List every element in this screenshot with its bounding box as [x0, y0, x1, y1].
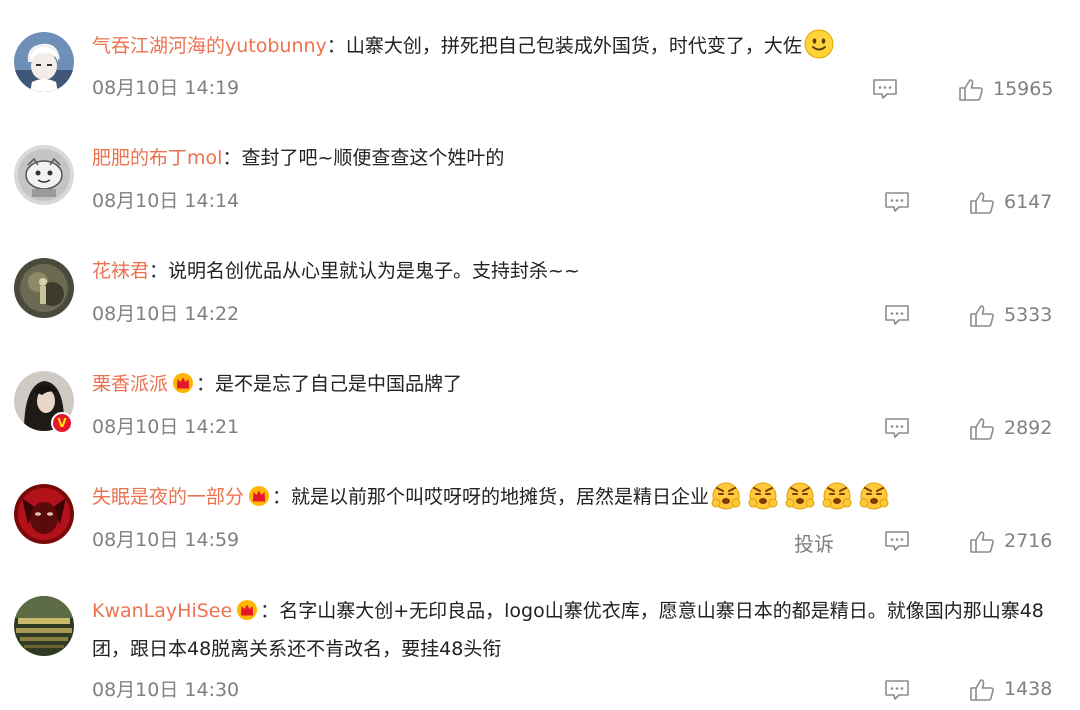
username-link[interactable]: 气吞江湖河海的yutobunny	[92, 35, 327, 57]
comment-icon[interactable]	[872, 78, 898, 100]
thumbs-up-icon[interactable]	[969, 678, 995, 702]
smile-emoji	[804, 29, 834, 59]
v-verified-icon: V	[51, 412, 73, 434]
angry-emoji	[785, 482, 815, 510]
comment-text: 山寨大创，拼死把自己包装成外国货，时代变了，大佐	[345, 35, 802, 57]
crown-fan-badge-icon	[173, 373, 194, 393]
comment-icon[interactable]	[884, 304, 910, 326]
separator: ：	[326, 35, 346, 57]
comment-text: 说明名创优品从心里就认为是鬼子。支持封杀~~	[168, 260, 580, 282]
comment-icon[interactable]	[884, 191, 910, 213]
comment-item: 气吞江湖河海的yutobunny：山寨大创，拼死把自己包装成外国货，时代变了，大…	[0, 28, 1080, 108]
username-link[interactable]: 花袜君	[92, 260, 149, 282]
grey-cartoon-avatar	[14, 145, 74, 205]
username-link[interactable]: 失眠是夜的一部分	[92, 486, 244, 508]
comment-time: 08月10日 14:19	[92, 77, 240, 99]
username-link[interactable]: KwanLayHiSee	[92, 600, 232, 622]
thumbs-up-icon[interactable]	[969, 530, 995, 554]
comment-content: 肥肥的布丁mol：查封了吧~顺便查查这个姓叶的	[92, 141, 1060, 175]
angry-emoji	[711, 482, 741, 510]
like-count: 15965	[993, 78, 1054, 100]
crown-fan-badge-icon	[249, 486, 270, 506]
like-count: 5333	[1004, 304, 1053, 326]
comment-content: KwanLayHiSee ：名字山寨大创+无印良品，logo山寨优衣库，愿意山寨日…	[92, 592, 1056, 668]
avatar[interactable]	[14, 484, 74, 544]
comment-text: 名字山寨大创+无印良品，logo山寨优衣库，愿意山寨日本的都是精日。就像国内那山…	[92, 600, 1044, 660]
comment-time: 08月10日 14:14	[92, 190, 240, 212]
comment-icon[interactable]	[884, 417, 910, 439]
comment-content: 花袜君：说明名创优品从心里就认为是鬼子。支持封杀~~	[92, 254, 1060, 288]
comment-text: 就是以前那个叫哎呀呀的地摊货，居然是精日企业	[291, 486, 710, 508]
comment-content: 气吞江湖河海的yutobunny：山寨大创，拼死把自己包装成外国货，时代变了，大…	[92, 29, 1060, 63]
comment-content: 栗香派派 ：是不是忘了自己是中国品牌了	[92, 367, 1060, 401]
red-face-avatar	[14, 484, 74, 544]
report-link[interactable]: 投诉	[794, 528, 834, 557]
like-count: 1438	[1004, 678, 1053, 700]
separator: ：	[196, 373, 216, 395]
avatar[interactable]	[14, 145, 74, 205]
comment-item: 肥肥的布丁mol：查封了吧~顺便查查这个姓叶的 08月10日 14:14 614…	[0, 141, 1080, 221]
username-link[interactable]: 肥肥的布丁mol	[92, 147, 222, 169]
comment-item: KwanLayHiSee ：名字山寨大创+无印良品，logo山寨优衣库，愿意山寨日…	[0, 592, 1080, 710]
separator: ：	[260, 600, 280, 622]
comment-time: 08月10日 14:30	[92, 679, 240, 701]
comment-item: V 栗香派派 ：是不是忘了自己是中国品牌了 08月10日 14:21 2892	[0, 367, 1080, 447]
comment-text: 是不是忘了自己是中国品牌了	[215, 373, 463, 395]
comment-item: 花袜君：说明名创优品从心里就认为是鬼子。支持封杀~~ 08月10日 14:22 …	[0, 254, 1080, 334]
comment-time: 08月10日 14:59	[92, 529, 240, 551]
thumbs-up-icon[interactable]	[969, 304, 995, 328]
separator: ：	[222, 147, 242, 169]
comment-icon[interactable]	[884, 530, 910, 552]
crown-fan-badge-icon	[237, 600, 258, 620]
comment-text: 查封了吧~顺便查查这个姓叶的	[241, 147, 505, 169]
like-count: 2892	[1004, 417, 1053, 439]
separator: ：	[149, 260, 169, 282]
thumbs-up-icon[interactable]	[969, 191, 995, 215]
city-photo-avatar	[14, 596, 74, 656]
dark-photo-avatar	[14, 258, 74, 318]
avatar[interactable]	[14, 258, 74, 318]
separator: ：	[272, 486, 292, 508]
white-haired-anime-avatar	[14, 32, 74, 92]
comment-time: 08月10日 14:22	[92, 303, 240, 325]
comment-time: 08月10日 14:21	[92, 416, 240, 438]
avatar[interactable]	[14, 596, 74, 656]
angry-emoji	[822, 482, 852, 510]
username-link[interactable]: 栗香派派	[92, 373, 168, 395]
comment-content: 失眠是夜的一部分 ：就是以前那个叫哎呀呀的地摊货，居然是精日企业	[92, 480, 1060, 514]
thumbs-up-icon[interactable]	[958, 78, 984, 102]
angry-emoji	[859, 482, 889, 510]
thumbs-up-icon[interactable]	[969, 417, 995, 441]
comment-item: 失眠是夜的一部分 ：就是以前那个叫哎呀呀的地摊货，居然是精日企业 08月10日 1…	[0, 480, 1080, 560]
avatar[interactable]	[14, 32, 74, 92]
like-count: 2716	[1004, 530, 1053, 552]
comment-icon[interactable]	[884, 679, 910, 701]
angry-emoji	[748, 482, 778, 510]
like-count: 6147	[1004, 191, 1053, 213]
emoji-group	[709, 482, 889, 510]
